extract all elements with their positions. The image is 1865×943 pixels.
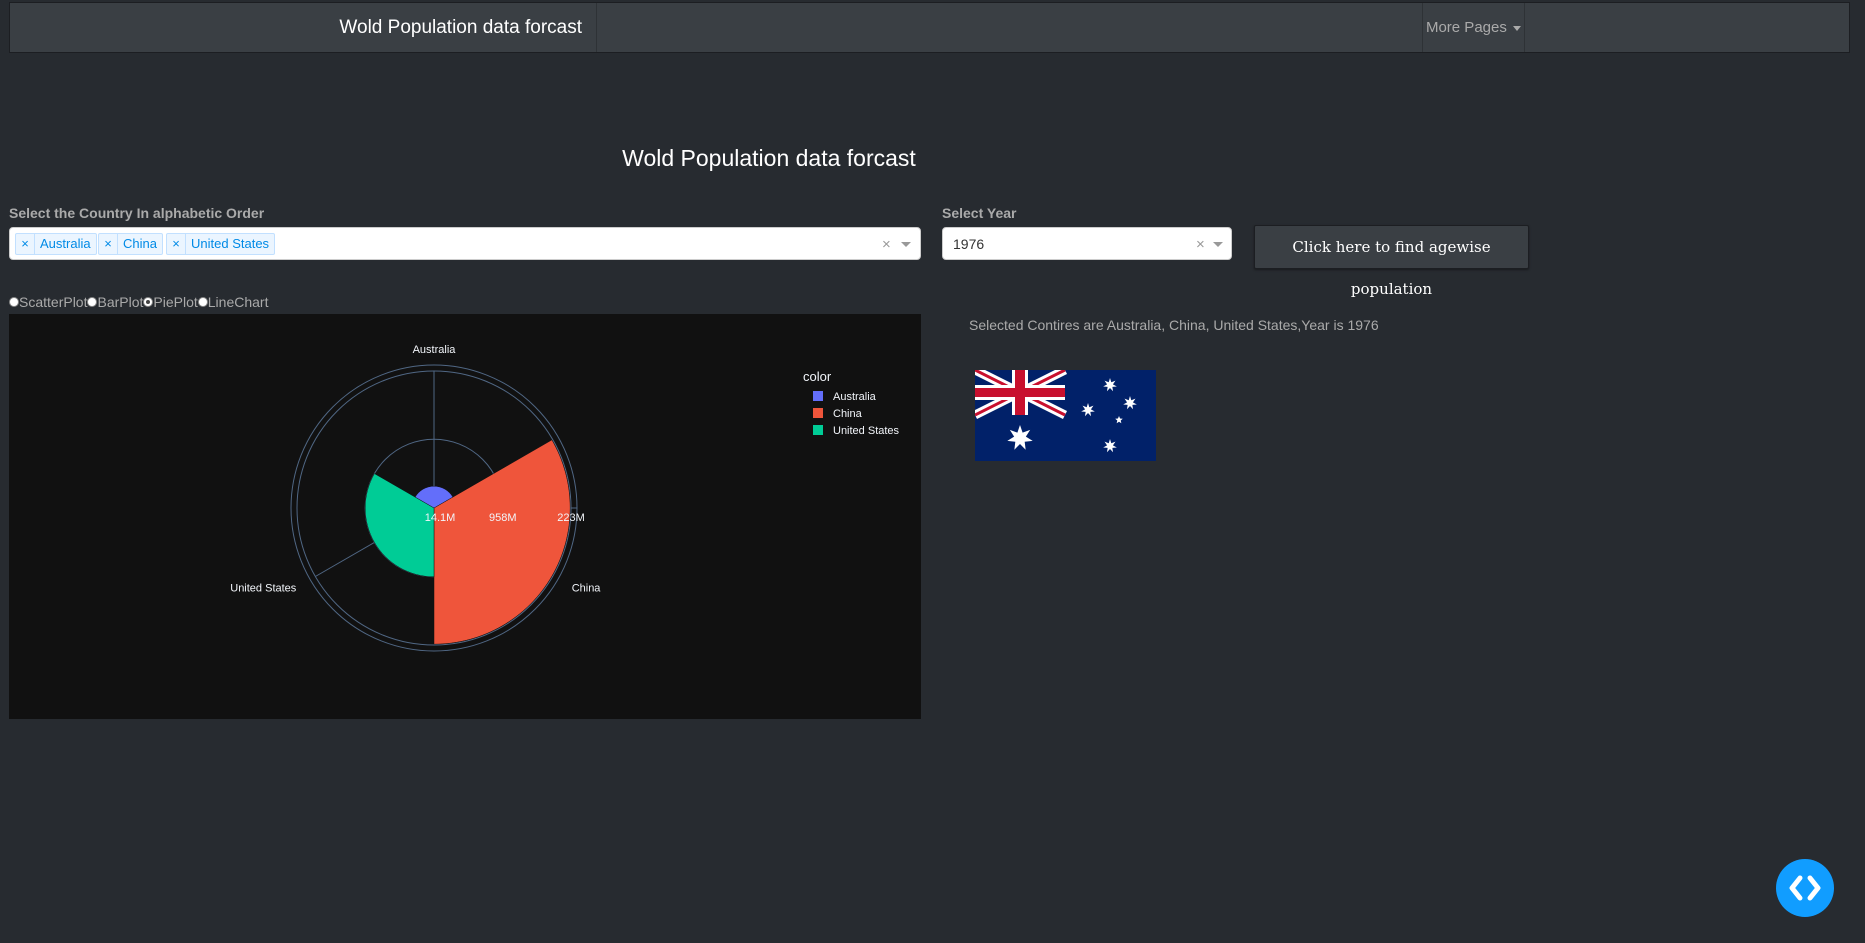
radio-linechart[interactable]: [197, 297, 208, 307]
radial-tick-label: 14.1M: [425, 512, 456, 524]
year-dropdown[interactable]: 1976 ×: [942, 227, 1232, 260]
navbar: Wold Population data forcast More Pages: [9, 2, 1850, 53]
polar-chart-svg: Australia China United States 14.1M 958M 223M…: [230, 344, 900, 652]
clear-icon[interactable]: ×: [1196, 236, 1205, 253]
remove-tag-icon[interactable]: ×: [16, 234, 35, 254]
australia-flag-image: [975, 370, 1156, 461]
radial-tick-label: 223M: [557, 512, 585, 524]
country-tag-label: China: [123, 236, 157, 251]
legend-swatch: [813, 425, 823, 435]
legend-entry-label: Australia: [833, 391, 877, 403]
caret-down-icon: [1513, 25, 1522, 31]
agewise-population-button[interactable]: Click here to find agewise population: [1254, 225, 1529, 298]
country-tag-label: United States: [191, 236, 270, 251]
polar-bar-china: [433, 439, 571, 645]
radio-scatterplot[interactable]: [9, 297, 19, 307]
plot-type-radio-group: ScatterPlot BarPlot PiePlot LineChart: [9, 294, 268, 310]
legend-swatch: [813, 391, 823, 401]
remove-tag-icon[interactable]: ×: [99, 234, 118, 254]
year-select-label: Select Year: [942, 205, 1017, 221]
angular-tick-label: China: [572, 583, 602, 595]
radio-label-linechart: LineChart: [207, 294, 269, 310]
selected-countries-text: Selected Contires are Australia, China, …: [969, 317, 1379, 333]
more-pages-dropdown[interactable]: More Pages: [1422, 3, 1525, 52]
angular-tick-label: Australia: [413, 344, 457, 356]
code-toggle-button[interactable]: [1776, 859, 1834, 917]
radio-label-scatterplot: ScatterPlot: [19, 294, 88, 310]
radio-label-pieplot: PiePlot: [153, 294, 198, 310]
country-dropdown[interactable]: × Australia × China × United States ×: [9, 227, 921, 260]
legend-entry-label: China: [833, 408, 863, 420]
chevron-down-icon[interactable]: [1213, 242, 1223, 247]
year-value: 1976: [953, 236, 985, 252]
legend-swatch: [813, 408, 823, 418]
country-tag: × United States: [166, 233, 276, 255]
country-tag: × Australia: [15, 233, 97, 255]
more-pages-label: More Pages: [1425, 19, 1507, 36]
country-tag: × China: [98, 233, 163, 255]
radio-label-barplot: BarPlot: [97, 294, 144, 310]
radial-tick-label: 958M: [489, 512, 517, 524]
clear-icon[interactable]: ×: [882, 236, 891, 253]
code-icon: [1789, 875, 1821, 901]
population-chart[interactable]: Australia China United States 14.1M 958M 223M…: [9, 314, 921, 719]
page-title: Wold Population data forcast: [622, 145, 916, 171]
angular-tick-label: United States: [230, 583, 297, 595]
legend-entry-label: United States: [833, 425, 900, 437]
legend-title: color: [803, 369, 832, 384]
chevron-down-icon[interactable]: [901, 242, 911, 247]
country-select-label: Select the Country In alphabetic Order: [9, 205, 265, 221]
country-tag-label: Australia: [40, 236, 91, 251]
radio-barplot[interactable]: [87, 297, 98, 307]
navbar-brand[interactable]: Wold Population data forcast: [10, 3, 597, 52]
radio-pieplot[interactable]: [143, 297, 154, 307]
remove-tag-icon[interactable]: ×: [167, 234, 186, 254]
